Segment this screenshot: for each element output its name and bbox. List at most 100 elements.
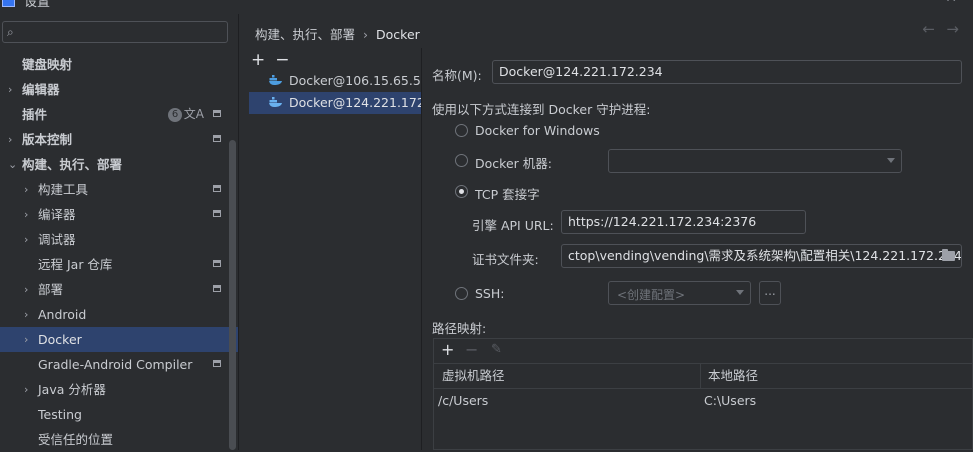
translate-icon: 文A xyxy=(183,107,204,121)
list-item-label: Docker@106.15.65.54 xyxy=(289,73,421,88)
name-field[interactable]: Docker@124.221.172.234 xyxy=(492,60,962,84)
sidebar-item-trusted-locations[interactable]: 受信任的位置 xyxy=(0,427,238,452)
close-icon[interactable]: ✕ xyxy=(945,0,957,6)
sidebar-item-debugger[interactable]: › 调试器 xyxy=(0,227,238,252)
project-scope-icon xyxy=(213,110,221,117)
docker-settings-form: 名称(M): Docker@124.221.172.234 使用以下方式连接到 … xyxy=(422,48,973,450)
list-item-label: Docker@124.221.172.234 xyxy=(289,95,421,110)
app-icon xyxy=(2,0,15,7)
name-label: 名称(M): xyxy=(432,68,482,83)
chevron-down-icon xyxy=(736,290,744,295)
column-header-local-path[interactable]: 本地路径 xyxy=(708,364,758,388)
docker-windows-label[interactable]: Docker for Windows xyxy=(475,123,600,138)
sidebar-item-label: 调试器 xyxy=(38,232,76,247)
sidebar-item-plugins[interactable]: 插件 6 文A xyxy=(0,102,238,127)
sidebar-item-gradle-android[interactable]: Gradle-Android Compiler xyxy=(0,352,238,377)
chevron-right-icon[interactable]: › xyxy=(24,327,28,352)
radio-docker-machine[interactable] xyxy=(455,154,468,167)
list-toolbar: + − xyxy=(251,50,300,70)
cert-folder-label: 证书文件夹: xyxy=(472,252,539,267)
arrow-right-icon[interactable]: → xyxy=(946,20,959,38)
chevron-right-icon[interactable]: › xyxy=(24,277,28,302)
search-icon: ⌕ xyxy=(7,25,14,39)
remove-icon: − xyxy=(465,340,479,359)
sidebar-item-label: 编译器 xyxy=(38,207,76,222)
sidebar-item-label: 插件 xyxy=(22,107,48,122)
chevron-right-icon[interactable]: › xyxy=(24,377,28,402)
sidebar-item-build-tools[interactable]: › 构建工具 xyxy=(0,177,238,202)
sidebar-item-label: Android xyxy=(38,307,87,322)
ssh-config-select[interactable]: <创建配置> xyxy=(608,281,751,305)
sidebar-item-remote-jar[interactable]: 远程 Jar 仓库 xyxy=(0,252,238,277)
project-scope-icon xyxy=(213,210,221,217)
breadcrumb-parent[interactable]: 构建、执行、部署 xyxy=(255,27,355,42)
sidebar-item-testing[interactable]: Testing xyxy=(0,402,238,427)
breadcrumb-separator-icon: › xyxy=(363,27,369,42)
sidebar-item-deployment[interactable]: › 部署 xyxy=(0,277,238,302)
list-item-selected[interactable]: Docker@124.221.172.234 xyxy=(249,92,421,114)
add-icon[interactable]: + xyxy=(251,50,265,70)
chevron-down-icon[interactable]: ⌄ xyxy=(8,152,17,177)
sidebar-item-label: 部署 xyxy=(38,282,64,297)
sidebar-item-label: 构建工具 xyxy=(38,182,89,197)
column-header-vm-path[interactable]: 虚拟机路径 xyxy=(442,364,505,388)
docker-machine-label[interactable]: Docker 机器: xyxy=(475,153,552,172)
sidebar-item-keymap[interactable]: 键盘映射 xyxy=(0,52,238,77)
radio-tcp-socket[interactable] xyxy=(455,185,468,198)
sidebar-item-label: 编辑器 xyxy=(22,82,60,97)
chevron-right-icon[interactable]: › xyxy=(24,202,28,227)
sidebar-item-build[interactable]: ⌄ 构建、执行、部署 xyxy=(0,152,238,177)
project-scope-icon xyxy=(213,260,221,267)
table-cell-vm-path[interactable]: /c/Users xyxy=(438,393,488,408)
sidebar-item-docker[interactable]: › Docker xyxy=(0,327,238,352)
column-divider[interactable] xyxy=(700,364,701,388)
search-input[interactable]: ⌕ xyxy=(2,21,228,43)
engine-url-label: 引擎 API URL: xyxy=(472,218,554,233)
radio-docker-windows[interactable] xyxy=(455,124,468,137)
sidebar-item-vcs[interactable]: › 版本控制 xyxy=(0,127,238,152)
docker-connection-list: + − Docker@106.15.65.54 Docker@124.221.17… xyxy=(239,48,422,450)
table-cell-local-path[interactable]: C:\Users xyxy=(704,393,756,408)
table-header: 虚拟机路径 本地路径 xyxy=(434,364,972,389)
remove-icon[interactable]: − xyxy=(275,50,289,70)
sidebar-item-label: 受信任的位置 xyxy=(38,432,114,447)
cert-folder-value: ctop\vending\vending\需求及系统架构\配置相关\124.22… xyxy=(568,248,962,263)
edit-icon: ✎ xyxy=(491,342,502,357)
cert-folder-field[interactable]: ctop\vending\vending\需求及系统架构\配置相关\124.22… xyxy=(561,244,962,268)
chevron-right-icon[interactable]: › xyxy=(24,227,28,252)
settings-sidebar: ⌕ 键盘映射 › 编辑器 插件 6 文A › 版本控制 ⌄ 构建、执行、部署 ›… xyxy=(0,14,239,450)
breadcrumb-current: Docker xyxy=(376,27,420,42)
ssh-label[interactable]: SSH: xyxy=(475,286,504,301)
sidebar-item-android[interactable]: › Android xyxy=(0,302,238,327)
sidebar-scrollbar[interactable] xyxy=(229,140,236,450)
arrow-left-icon[interactable]: ← xyxy=(922,20,935,38)
project-scope-icon xyxy=(213,185,221,192)
add-icon[interactable]: + xyxy=(441,340,454,359)
chevron-down-icon xyxy=(887,158,895,163)
chevron-right-icon[interactable]: › xyxy=(24,177,28,202)
folder-icon[interactable] xyxy=(942,249,955,261)
ssh-more-button[interactable]: ... xyxy=(759,281,781,305)
sidebar-item-label: 版本控制 xyxy=(22,132,73,147)
docker-whale-icon xyxy=(269,97,282,107)
sidebar-item-java-profiler[interactable]: › Java 分析器 xyxy=(0,377,238,402)
sidebar-item-label: Java 分析器 xyxy=(38,382,106,397)
sidebar-item-editor[interactable]: › 编辑器 xyxy=(0,77,238,102)
ssh-config-placeholder: <创建配置> xyxy=(617,288,686,302)
tcp-socket-label[interactable]: TCP 套接字 xyxy=(475,184,540,203)
project-scope-icon xyxy=(213,135,221,142)
list-item[interactable]: Docker@106.15.65.54 xyxy=(249,70,421,92)
title-bar: 设置 ✕ xyxy=(0,0,973,14)
chevron-right-icon[interactable]: › xyxy=(8,127,12,152)
table-toolbar: + − ✎ xyxy=(434,339,972,364)
chevron-right-icon[interactable]: › xyxy=(8,77,12,102)
breadcrumb: 构建、执行、部署 › Docker xyxy=(255,24,420,43)
docker-machine-select[interactable] xyxy=(608,149,902,173)
chevron-right-icon[interactable]: › xyxy=(24,302,28,327)
window-title: 设置 xyxy=(24,0,51,10)
radio-ssh[interactable] xyxy=(455,287,468,300)
connect-label: 使用以下方式连接到 Docker 守护进程: xyxy=(432,102,651,117)
engine-url-field[interactable]: https://124.221.172.234:2376 xyxy=(561,210,806,234)
sidebar-item-label: 远程 Jar 仓库 xyxy=(38,257,113,272)
sidebar-item-compiler[interactable]: › 编译器 xyxy=(0,202,238,227)
